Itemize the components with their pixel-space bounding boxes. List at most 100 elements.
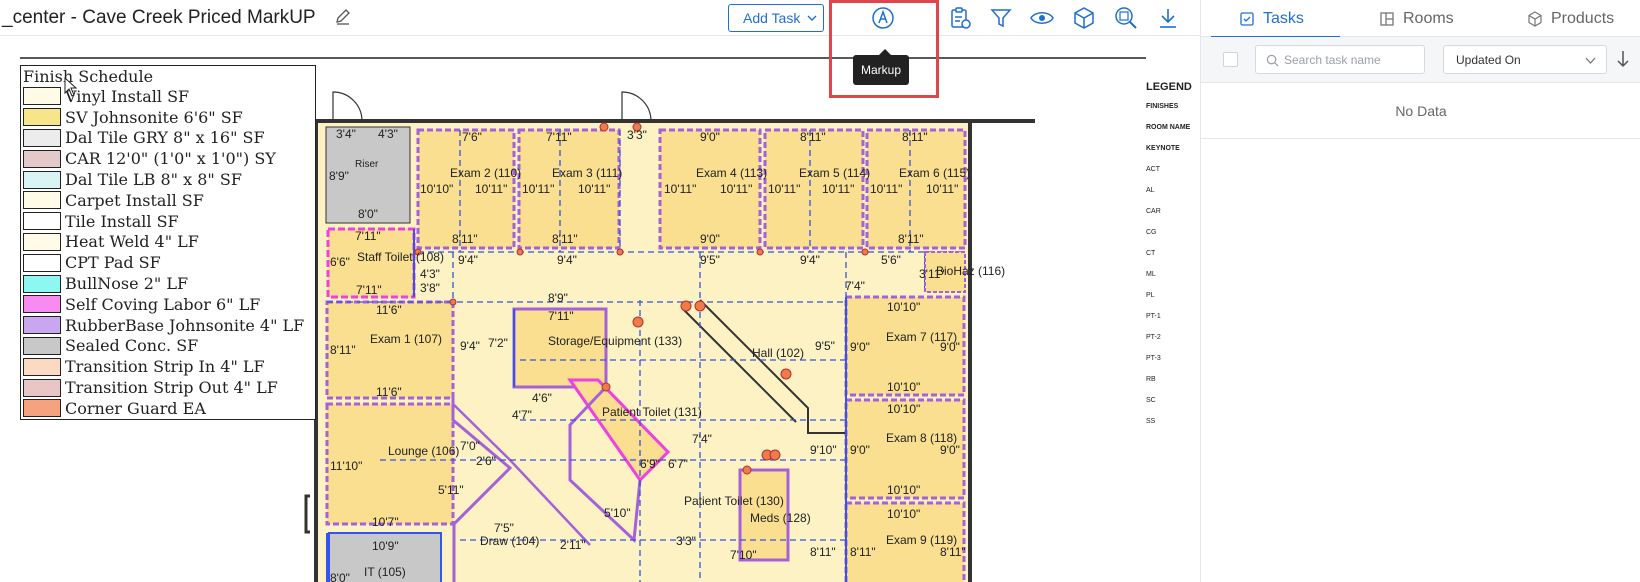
svg-text:10'11": 10'11" xyxy=(578,182,610,196)
drawing-legend-title: LEGEND xyxy=(1146,81,1192,93)
download-icon xyxy=(1160,9,1176,28)
room-label: Meds (128) xyxy=(750,511,811,525)
zoom-button[interactable] xyxy=(1114,6,1138,30)
zoom-icon xyxy=(1115,7,1137,29)
room-label: Lounge (106) xyxy=(388,444,459,458)
svg-text:8'11": 8'11" xyxy=(810,545,836,559)
add-task-button[interactable]: Add Task xyxy=(728,4,824,32)
svg-text:8'11": 8'11" xyxy=(898,232,924,246)
products-icon xyxy=(1528,10,1542,27)
svg-text:8'11": 8'11" xyxy=(940,545,966,559)
finish-schedule-label: Sealed Conc. SF xyxy=(65,336,199,356)
edit-title-icon[interactable] xyxy=(334,8,352,26)
svg-text:8'9": 8'9" xyxy=(329,169,349,183)
svg-text:10'10": 10'10" xyxy=(887,402,920,416)
room-label: Riser xyxy=(355,159,379,170)
drawing-legend-item: AL xyxy=(1146,187,1155,194)
tab-products[interactable]: Products xyxy=(1527,0,1614,37)
tab-rooms[interactable]: Rooms xyxy=(1379,0,1454,37)
svg-text:4'7": 4'7" xyxy=(512,408,532,422)
svg-text:10'11": 10'11" xyxy=(822,182,854,196)
room-label: Exam 2 (110) xyxy=(450,166,521,180)
color-swatch xyxy=(23,108,61,127)
room-label: Exam 6 (115) xyxy=(899,166,970,180)
finish-schedule-row: Dal Tile GRY 8" x 16" SF xyxy=(21,128,315,149)
svg-text:5'10": 5'10" xyxy=(604,506,631,520)
svg-text:10'11": 10'11" xyxy=(475,182,507,196)
color-swatch xyxy=(23,274,61,293)
svg-text:3'3": 3'3" xyxy=(627,128,647,142)
search-icon xyxy=(1266,54,1279,67)
room-label: Exam 3 (111) xyxy=(552,166,622,180)
room-label: Exam 1 (107) xyxy=(370,332,442,346)
svg-text:10'10": 10'10" xyxy=(887,483,920,497)
svg-text:10'11": 10'11" xyxy=(720,182,752,196)
finish-schedule-row: BullNose 2" LF xyxy=(21,273,315,294)
svg-text:7'11": 7'11" xyxy=(356,283,382,297)
tab-tasks[interactable]: Tasks xyxy=(1211,0,1340,38)
document-title: _center - Cave Creek Priced MarkUP xyxy=(2,7,316,28)
color-swatch xyxy=(23,253,61,272)
drawing-legend-item: SS xyxy=(1146,418,1156,425)
room-label: BioHaz (116) xyxy=(936,264,1005,278)
finish-schedule-label: Tile Install SF xyxy=(65,211,179,231)
svg-text:7'4": 7'4" xyxy=(845,279,865,293)
task-list-button[interactable] xyxy=(948,6,972,30)
app: _center - Cave Creek Priced MarkUP Add T… xyxy=(0,0,1640,582)
room-label: Patient Toilet (130) xyxy=(684,494,784,508)
mouse-cursor-icon xyxy=(64,77,78,97)
svg-text:3'4": 3'4" xyxy=(336,127,356,141)
tab-products-label: Products xyxy=(1551,9,1615,27)
finish-schedule-label: Dal Tile GRY 8" x 16" SF xyxy=(65,128,265,148)
task-icon xyxy=(1240,11,1254,26)
room-label: IT (105) xyxy=(364,565,406,579)
svg-text:8'11": 8'11" xyxy=(850,545,876,559)
search-task-input[interactable] xyxy=(1284,52,1414,67)
drawing-canvas[interactable]: Exam 2 (110) Exam 3 (111) Exam 4 (113) E… xyxy=(0,37,1200,582)
svg-text:9'0": 9'0" xyxy=(850,340,870,354)
add-task-label: Add Task xyxy=(743,10,801,26)
svg-text:2'11": 2'11" xyxy=(560,538,586,552)
color-swatch xyxy=(23,295,61,314)
drawing-legend-item: ACT xyxy=(1146,166,1160,173)
sort-direction-icon[interactable] xyxy=(1615,49,1631,69)
side-panel: Tasks Rooms Products Search task name Up… xyxy=(1200,0,1640,582)
color-swatch xyxy=(23,336,61,355)
select-all-checkbox[interactable] xyxy=(1223,52,1238,67)
sort-select[interactable]: Updated On xyxy=(1443,45,1607,74)
svg-text:10'7": 10'7" xyxy=(372,515,399,529)
svg-text:2'6": 2'6" xyxy=(476,454,496,468)
color-swatch xyxy=(23,378,61,397)
svg-text:4'3": 4'3" xyxy=(378,127,398,141)
filter-button[interactable] xyxy=(989,6,1013,30)
finish-schedule-row: Heat Weld 4" LF xyxy=(21,232,315,253)
finish-schedule-row: Transition Strip Out 4" LF xyxy=(21,377,315,398)
drawing-legend-item: PL xyxy=(1146,292,1155,299)
finish-schedule-label: CPT Pad SF xyxy=(65,253,161,273)
finish-schedule-label: BullNose 2" LF xyxy=(65,274,189,294)
drawing-legend-item: PT-1 xyxy=(1146,313,1161,320)
svg-text:9'10": 9'10" xyxy=(810,443,837,457)
svg-text:11'6": 11'6" xyxy=(376,385,402,399)
download-button[interactable] xyxy=(1156,6,1180,30)
drawing-legend-item: CT xyxy=(1146,250,1156,257)
finish-schedule-label: Transition Strip In 4" LF xyxy=(65,357,265,377)
search-task-field[interactable] xyxy=(1255,45,1425,74)
finish-schedule-label: Heat Weld 4" LF xyxy=(65,232,199,252)
svg-text:7'10": 7'10" xyxy=(730,548,757,562)
svg-text:9'5": 9'5" xyxy=(700,253,720,267)
3d-view-button[interactable] xyxy=(1072,6,1096,30)
svg-text:3'11": 3'11" xyxy=(919,267,945,281)
svg-text:7'11": 7'11" xyxy=(355,229,381,243)
finish-schedule-label: Self Coving Labor 6" LF xyxy=(65,294,261,314)
tab-tasks-label: Tasks xyxy=(1263,9,1304,27)
finish-schedule-row: Transition Strip In 4" LF xyxy=(21,356,315,377)
visibility-button[interactable] xyxy=(1030,6,1054,30)
filter-icon xyxy=(990,9,1012,28)
svg-text:7'11": 7'11" xyxy=(548,309,574,323)
room-label: Exam 4 (113) xyxy=(696,166,767,180)
finish-schedule-row: Tile Install SF xyxy=(21,211,315,232)
svg-text:3'3": 3'3" xyxy=(676,534,696,548)
finish-schedule-label: Dal Tile LB 8" x 8" SF xyxy=(65,170,242,190)
svg-text:6'9": 6'9" xyxy=(640,457,660,471)
